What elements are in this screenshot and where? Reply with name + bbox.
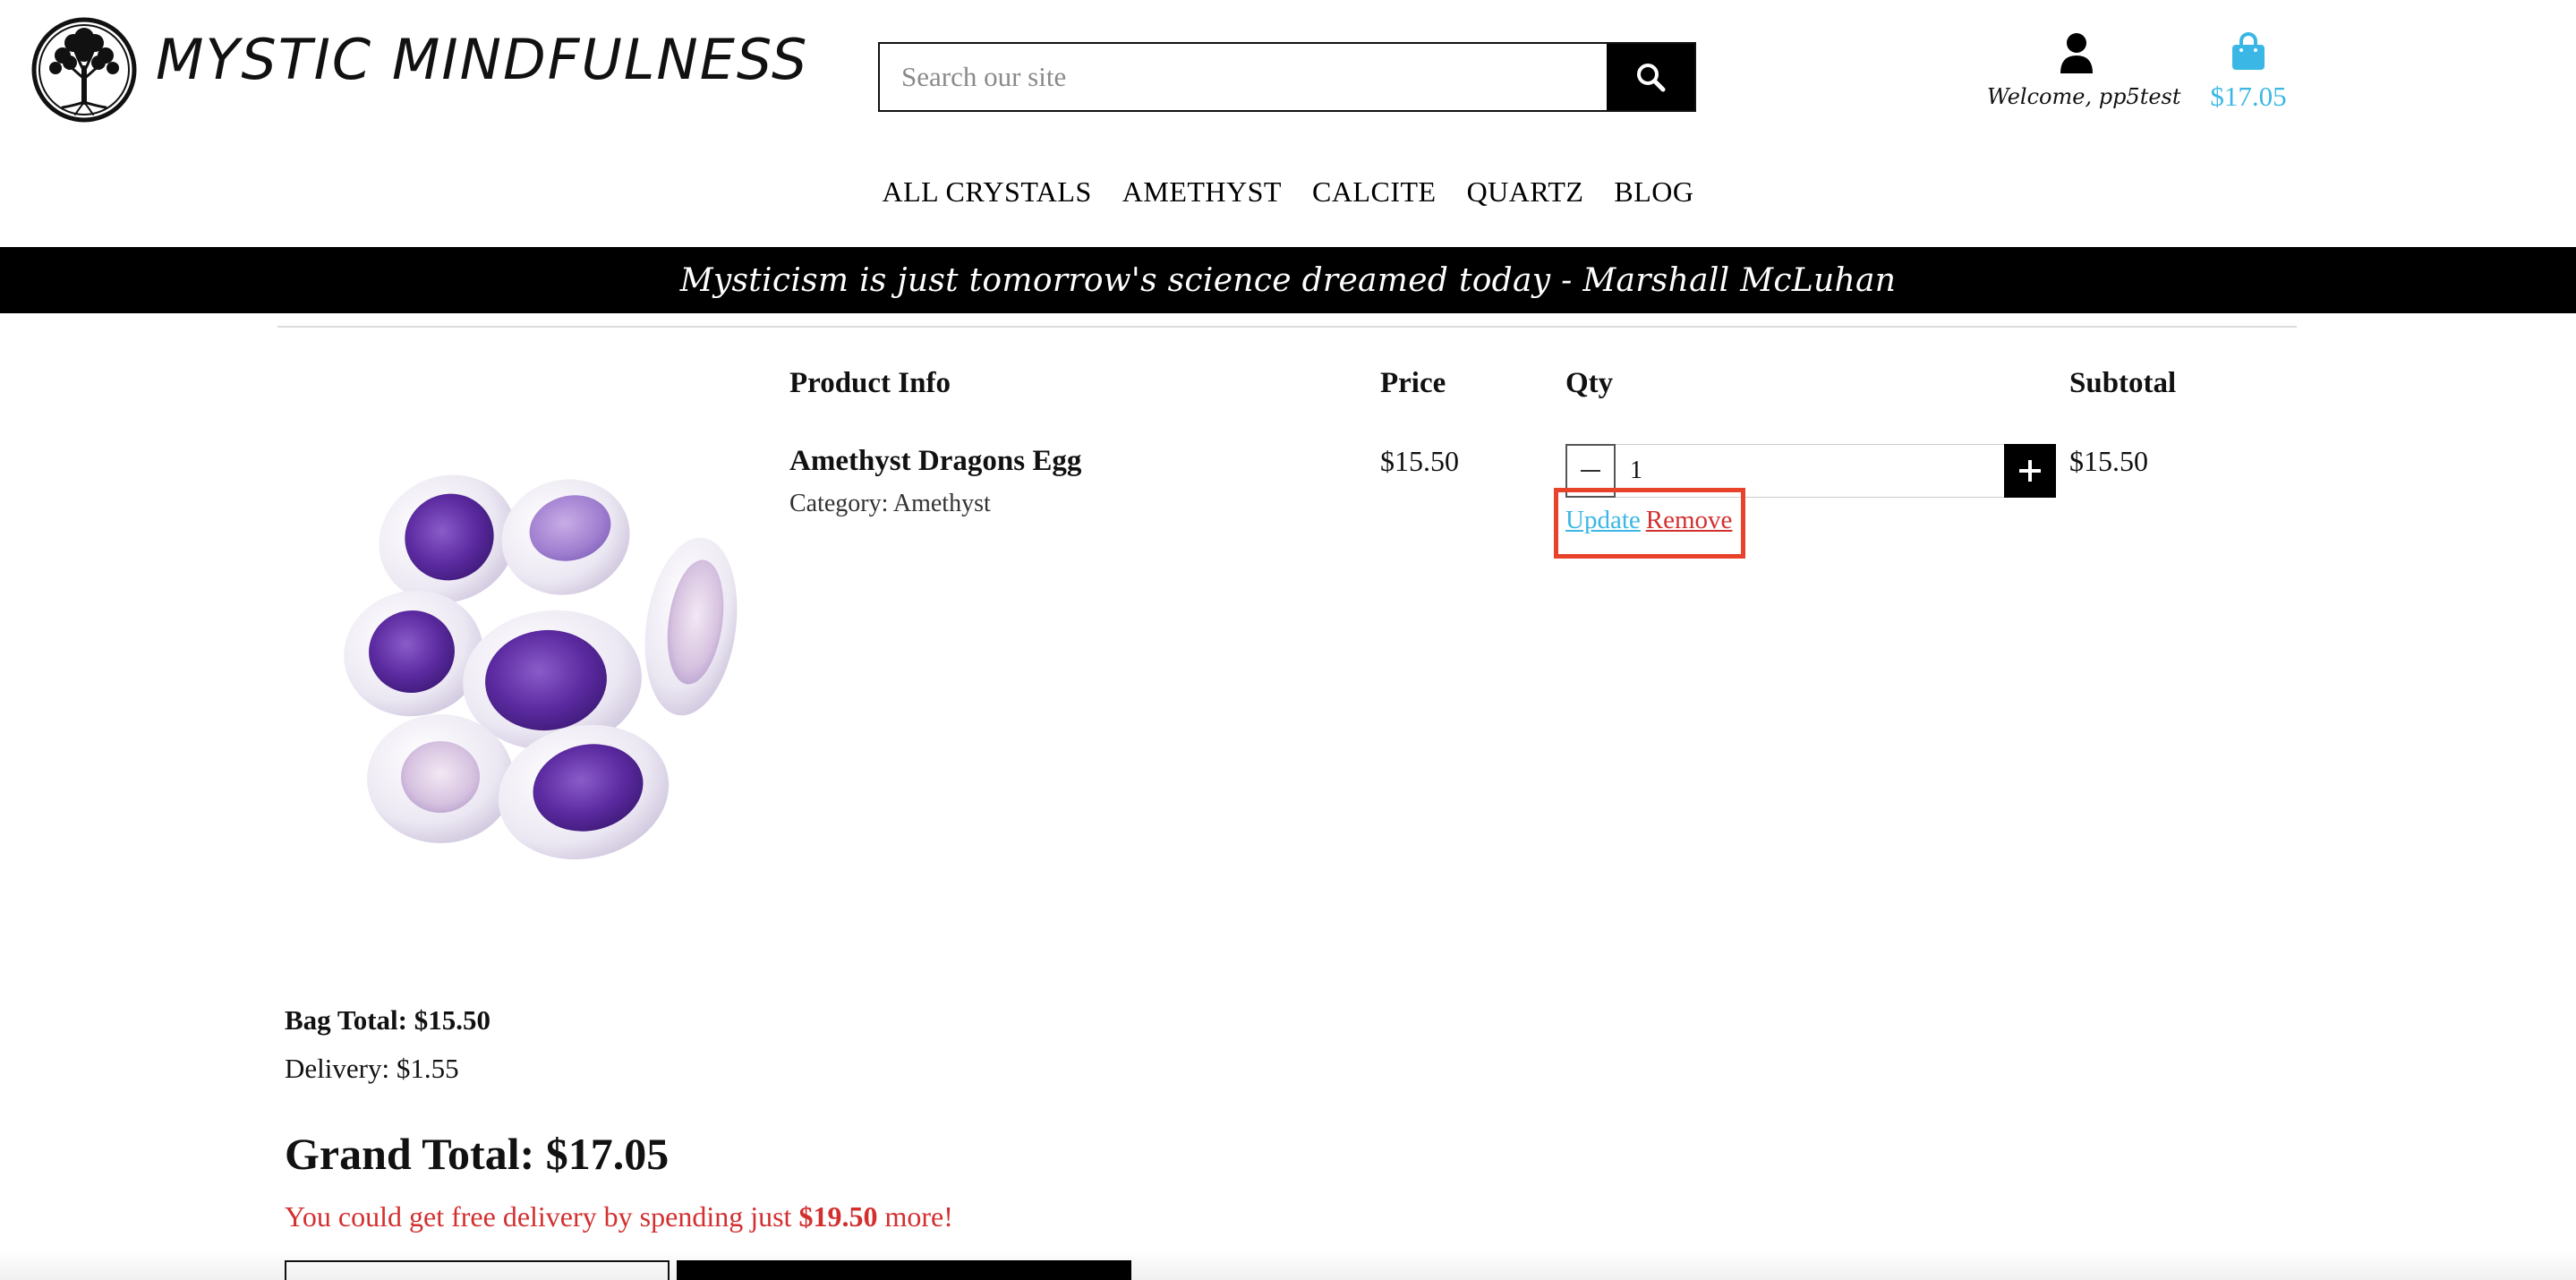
column-header-qty: Qty: [1565, 367, 1614, 399]
remove-link[interactable]: Remove: [1646, 506, 1733, 534]
shopping-bag-icon: [2232, 32, 2265, 70]
nav-item-quartz[interactable]: QUARTZ: [1467, 175, 1584, 209]
product-price: $15.50: [1380, 445, 1459, 477]
search-icon: [1637, 64, 1666, 92]
column-header-product-info: Product Info: [789, 367, 951, 399]
column-header-subtotal: Subtotal: [2069, 367, 2177, 399]
free-delivery-prefix: You could get free delivery by spending …: [285, 1200, 792, 1233]
bag-total: Bag Total: $15.50: [285, 1004, 490, 1036]
search-button[interactable]: [1607, 44, 1694, 110]
column-header-price: Price: [1380, 367, 1446, 399]
site-header: MYSTIC MINDFULNESS Welcome, pp5test $17.…: [0, 0, 2576, 134]
item-actions: Update Remove: [1565, 506, 1732, 535]
grand-total: Grand Total: $17.05: [285, 1129, 670, 1179]
checkout-button[interactable]: [677, 1260, 1131, 1280]
increment-button[interactable]: [2004, 444, 2056, 498]
free-delivery-notice: You could get free delivery by spending …: [285, 1200, 953, 1233]
product-image: [315, 439, 754, 886]
welcome-text: Welcome, pp5test: [1987, 84, 2181, 109]
cart-total: $17.05: [2210, 81, 2287, 112]
minus-icon: [1581, 470, 1600, 472]
product-category: Category: Amethyst: [789, 490, 991, 517]
nav-item-blog[interactable]: BLOG: [1614, 175, 1693, 209]
quantity-stepper: [1565, 444, 2056, 498]
tree-of-life-icon[interactable]: [30, 16, 138, 124]
search-bar: [878, 42, 1696, 112]
nav-item-calcite[interactable]: CALCITE: [1312, 175, 1437, 209]
product-name[interactable]: Amethyst Dragons Egg: [789, 445, 1081, 478]
account-link[interactable]: Welcome, pp5test: [1987, 32, 2181, 109]
cart-link[interactable]: $17.05: [2202, 32, 2295, 113]
free-delivery-suffix: more!: [884, 1200, 953, 1233]
delivery-cost: Delivery: $1.55: [285, 1053, 459, 1084]
nav-item-all-crystals[interactable]: ALL CRYSTALS: [882, 175, 1091, 209]
search-input[interactable]: [880, 44, 1607, 110]
user-icon: [2060, 33, 2093, 73]
decrement-button[interactable]: [1565, 444, 1616, 498]
free-delivery-amount: $19.50: [798, 1200, 878, 1233]
divider: [277, 326, 2297, 328]
update-link[interactable]: Update: [1565, 506, 1641, 534]
main-nav: ALL CRYSTALS AMETHYST CALCITE QUARTZ BLO…: [0, 175, 2576, 209]
brand-name[interactable]: MYSTIC MINDFULNESS: [156, 27, 808, 92]
nav-item-amethyst[interactable]: AMETHYST: [1122, 175, 1282, 209]
quote-banner: Mysticism is just tomorrow's science dre…: [0, 247, 2576, 313]
quantity-input[interactable]: [1616, 444, 2004, 498]
product-subtotal: $15.50: [2069, 445, 2148, 477]
keep-shopping-button[interactable]: [285, 1260, 670, 1280]
banner-quote: Mysticism is just tomorrow's science dre…: [679, 261, 1897, 299]
